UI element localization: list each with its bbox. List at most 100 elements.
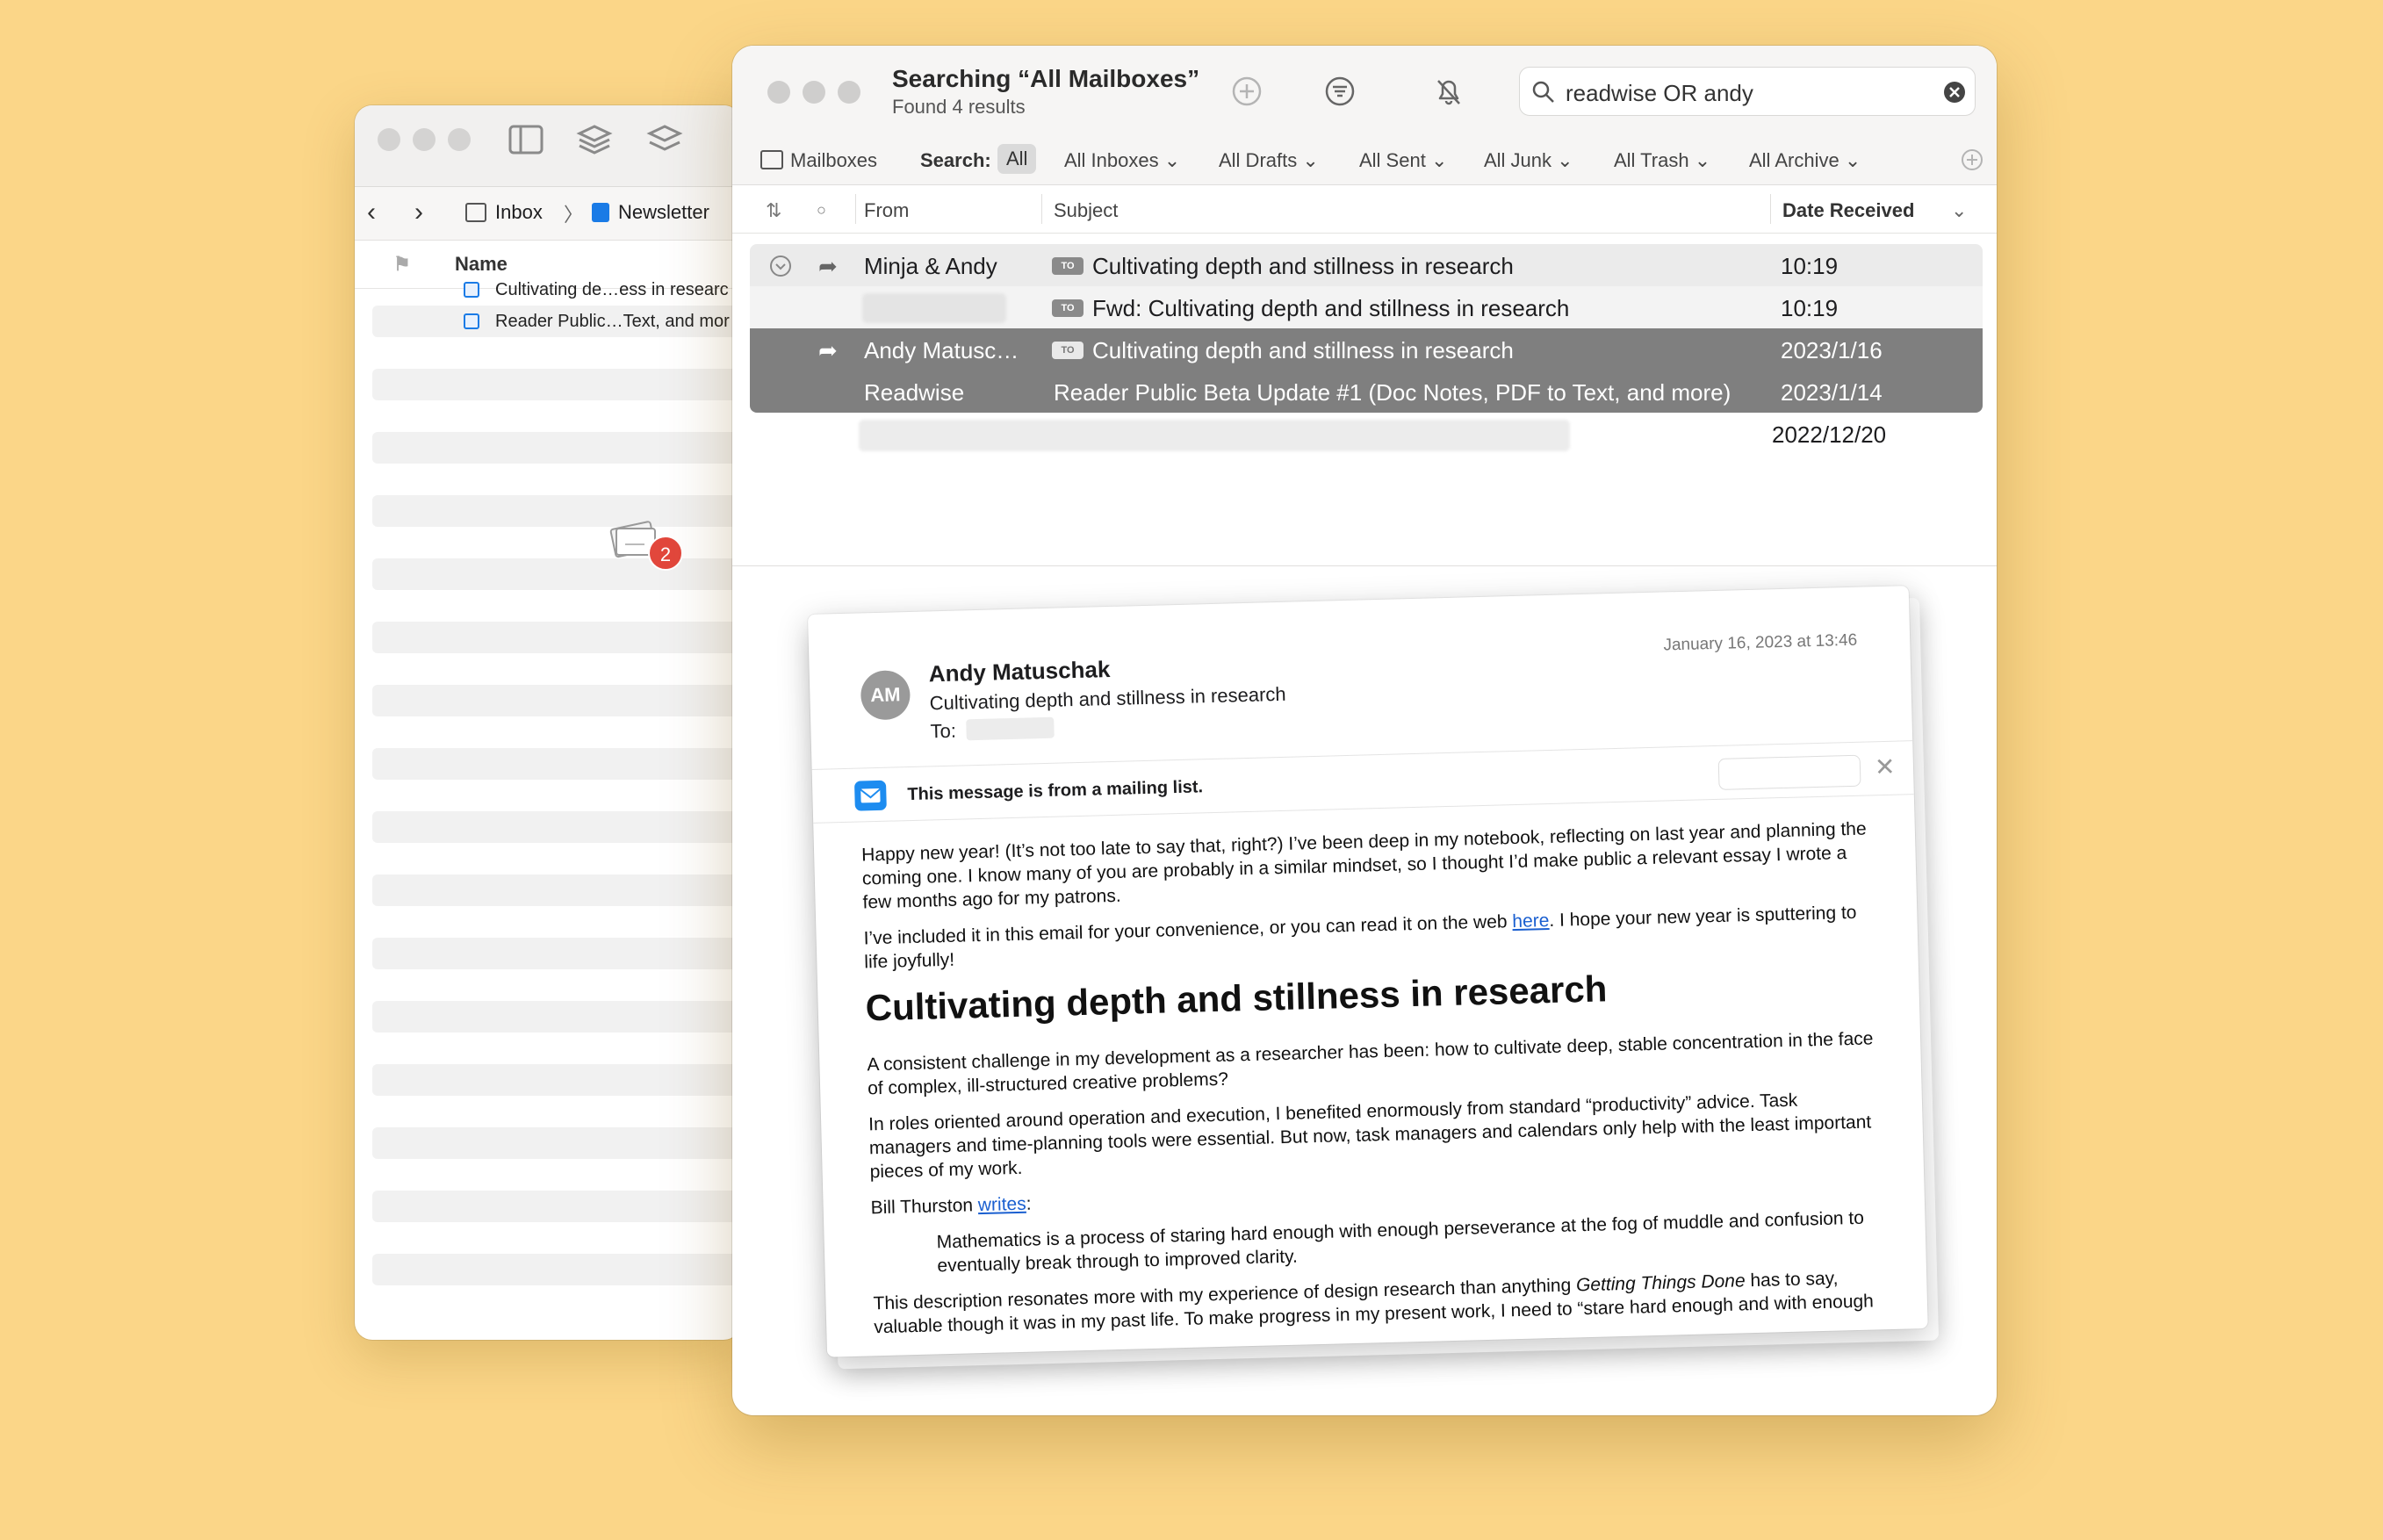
flag-icon: ⚑ — [393, 253, 411, 275]
unread-column-icon[interactable]: ○ — [817, 201, 826, 219]
mail-document-icon — [464, 282, 479, 298]
message-list-header: ⇅ ○ From Subject Date Received ⌄ — [732, 185, 1997, 234]
search-scope-label: Search: — [920, 149, 991, 171]
row-stripe — [372, 1001, 741, 1033]
minimize-button[interactable] — [413, 128, 436, 151]
recipient-line: To: — [930, 716, 1055, 744]
message-row[interactable]: ➦ Minja & Andy TO Cultivating depth and … — [750, 244, 1983, 286]
scope-all-sent[interactable]: All Sent ⌄ — [1359, 149, 1447, 172]
path-label-newsletter: Newsletter — [618, 201, 709, 223]
back-chevron-icon[interactable]: ‹ — [367, 198, 376, 227]
folder-icon — [592, 203, 609, 222]
name-column-header[interactable]: Name — [455, 253, 508, 276]
search-query-text: readwise OR andy — [1566, 80, 1753, 106]
message-date: 10:19 — [1781, 295, 1839, 321]
body-paragraph: In roles oriented around operation and e… — [868, 1090, 1872, 1183]
message-subject: Reader Public Beta Update #1 (Doc Notes,… — [1054, 379, 1731, 406]
redacted-message — [859, 420, 1570, 451]
finder-file-row[interactable]: Reader Public…Text, and mor — [372, 306, 741, 337]
writes-link[interactable]: writes — [978, 1194, 1026, 1215]
paragraph-text: Bill Thurston — [870, 1195, 979, 1219]
filter-icon[interactable] — [1322, 74, 1357, 109]
unsubscribe-button[interactable] — [1717, 754, 1861, 790]
scope-all-trash[interactable]: All Trash ⌄ — [1614, 149, 1710, 172]
banner-text: This message is from a mailing list. — [907, 777, 1204, 805]
scope-all-junk[interactable]: All Junk ⌄ — [1484, 149, 1573, 172]
scope-all-button[interactable]: All — [997, 144, 1037, 174]
layers-icon[interactable] — [644, 121, 685, 158]
search-result-count: Found 4 results — [892, 96, 1026, 118]
sender-name: Andy Matuschak — [928, 656, 1111, 687]
body-paragraph: I’ve included it in this email for your … — [863, 900, 1874, 974]
row-stripe — [372, 811, 741, 843]
add-scope-icon[interactable] — [1960, 148, 1984, 172]
sidebar-icon — [760, 150, 783, 169]
row-stripe — [372, 1191, 741, 1222]
row-stripe — [372, 1254, 741, 1285]
row-stripe — [372, 685, 741, 716]
mute-bell-icon[interactable] — [1431, 74, 1466, 109]
finder-window: ‹ › Inbox 〉 Newsletter ⚑ Name Cultivatin… — [355, 105, 741, 1340]
mail-document-icon — [464, 313, 479, 329]
mail-icon — [853, 780, 887, 811]
paragraph-text: I’ve included it in this email for your … — [863, 911, 1513, 949]
message-row[interactable]: 2022/12/20 — [750, 413, 1983, 455]
message-body: Happy new year! (It’s not too late to sa… — [861, 817, 1884, 1351]
avatar: AM — [860, 669, 911, 721]
here-link[interactable]: here — [1512, 910, 1550, 932]
drag-count-badge: 2 — [648, 536, 683, 571]
chevron-down-icon[interactable]: ⌄ — [1951, 199, 1967, 222]
message-subject: Cultivating depth and stillness in resea… — [1092, 337, 1514, 363]
scope-label: All Drafts — [1219, 149, 1298, 171]
close-button[interactable] — [378, 128, 400, 151]
thread-expand-icon[interactable] — [769, 255, 792, 277]
paragraph-text: : — [1026, 1193, 1032, 1214]
stack-icon[interactable] — [574, 121, 615, 158]
subject-column-header[interactable]: Subject — [1054, 199, 1118, 222]
scope-label: All Trash — [1614, 149, 1689, 171]
minimize-button[interactable] — [803, 81, 825, 104]
row-stripe — [372, 1127, 741, 1159]
message-card: AM Andy Matuschak Cultivating depth and … — [808, 586, 1928, 1357]
redacted-sender — [862, 293, 1006, 323]
message-subject: Cultivating depth and stillness in resea… — [1092, 253, 1514, 279]
mailboxes-button[interactable]: Mailboxes — [760, 149, 877, 172]
finder-file-row[interactable]: Cultivating de…ess in researc — [372, 274, 741, 306]
date-column-header[interactable]: Date Received — [1782, 199, 1914, 222]
close-button[interactable] — [767, 81, 790, 104]
message-from: Minja & Andy — [864, 253, 997, 279]
message-row-selected[interactable]: ➦ Andy Matusc… TO Cultivating depth and … — [750, 328, 1983, 371]
sidebar-toggle-icon[interactable] — [506, 121, 546, 158]
row-stripe — [372, 558, 741, 590]
to-badge: TO — [1052, 257, 1084, 275]
forward-chevron-icon[interactable]: › — [414, 198, 423, 227]
from-column-header[interactable]: From — [864, 199, 909, 222]
message-row[interactable]: TO Fwd: Cultivating depth and stillness … — [750, 286, 1983, 328]
scope-label: All Archive — [1749, 149, 1839, 171]
inbox-icon — [465, 203, 486, 222]
zoom-button[interactable] — [838, 81, 860, 104]
clear-search-icon[interactable] — [1943, 81, 1966, 104]
path-item-inbox[interactable]: Inbox — [465, 201, 543, 224]
message-preview[interactable]: AM Andy Matuschak Cultivating depth and … — [808, 586, 1944, 1370]
scope-all-archive[interactable]: All Archive ⌄ — [1749, 149, 1861, 172]
mailboxes-label: Mailboxes — [790, 149, 878, 171]
search-field[interactable]: readwise OR andy — [1519, 67, 1976, 116]
book-title: Getting Things Done — [1575, 1270, 1746, 1296]
close-icon[interactable]: ✕ — [1875, 752, 1896, 782]
message-date: 2022/12/20 — [1772, 421, 1887, 448]
message-date: 2023/1/16 — [1781, 337, 1883, 363]
add-icon[interactable] — [1229, 74, 1264, 109]
body-paragraph: This description resonates more with my … — [873, 1265, 1883, 1339]
forwarded-icon: ➦ — [818, 337, 838, 363]
zoom-button[interactable] — [448, 128, 471, 151]
to-badge: TO — [1052, 342, 1084, 359]
redacted-recipient — [966, 716, 1055, 741]
message-row-selected[interactable]: Readwise Reader Public Beta Update #1 (D… — [750, 371, 1983, 413]
column-divider — [1770, 194, 1771, 224]
mail-toolbar: Searching “All Mailboxes” Found 4 result… — [732, 46, 1997, 135]
path-item-newsletter[interactable]: Newsletter — [592, 201, 709, 224]
scope-all-drafts[interactable]: All Drafts ⌄ — [1219, 149, 1319, 172]
scope-all-inboxes[interactable]: All Inboxes ⌄ — [1064, 149, 1180, 172]
sort-icon[interactable]: ⇅ — [766, 199, 781, 222]
